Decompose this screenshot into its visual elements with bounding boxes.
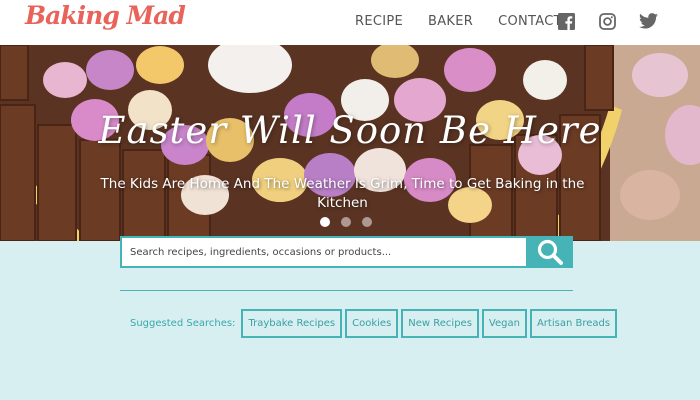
hero-subtitle: The Kids Are Home And The Weather Is Gri…	[100, 176, 585, 211]
suggested-chip-new-recipes[interactable]: New Recipes	[401, 309, 479, 338]
instagram-icon[interactable]	[596, 10, 618, 32]
hero-carousel[interactable]: Easter Will Soon Be Here The Kids Are Ho…	[0, 45, 700, 241]
carousel-dot-2[interactable]	[341, 217, 351, 227]
suggested-chip-vegan[interactable]: Vegan	[481, 309, 527, 338]
carousel-dot-1[interactable]	[320, 217, 330, 227]
suggested-searches: Suggested Searches: Traybake Recipes Coo…	[130, 309, 620, 338]
nav-baker[interactable]: BAKER	[428, 14, 473, 29]
section-divider	[120, 290, 573, 291]
main-nav: RECIPE BAKER CONTACT	[355, 14, 587, 29]
hero-title: Easter Will Soon Be Here	[98, 109, 602, 152]
site-logo[interactable]: Baking Mad	[25, 1, 186, 30]
search-input[interactable]	[120, 236, 526, 268]
facebook-icon[interactable]	[555, 10, 577, 32]
suggested-chip-cookies[interactable]: Cookies	[345, 309, 399, 338]
suggested-searches-label: Suggested Searches:	[130, 318, 236, 329]
search-bar	[120, 236, 573, 268]
suggested-chip-traybake[interactable]: Traybake Recipes	[241, 309, 343, 338]
nav-contact[interactable]: CONTACT	[498, 14, 562, 29]
twitter-icon[interactable]	[637, 10, 659, 32]
search-icon	[537, 239, 563, 265]
nav-recipe[interactable]: RECIPE	[355, 14, 403, 29]
search-button[interactable]	[526, 236, 573, 268]
suggested-chip-artisan-breads[interactable]: Artisan Breads	[529, 309, 618, 338]
carousel-dots	[320, 217, 372, 227]
site-header: Baking Mad RECIPE BAKER CONTACT	[0, 0, 700, 45]
carousel-dot-3[interactable]	[362, 217, 372, 227]
